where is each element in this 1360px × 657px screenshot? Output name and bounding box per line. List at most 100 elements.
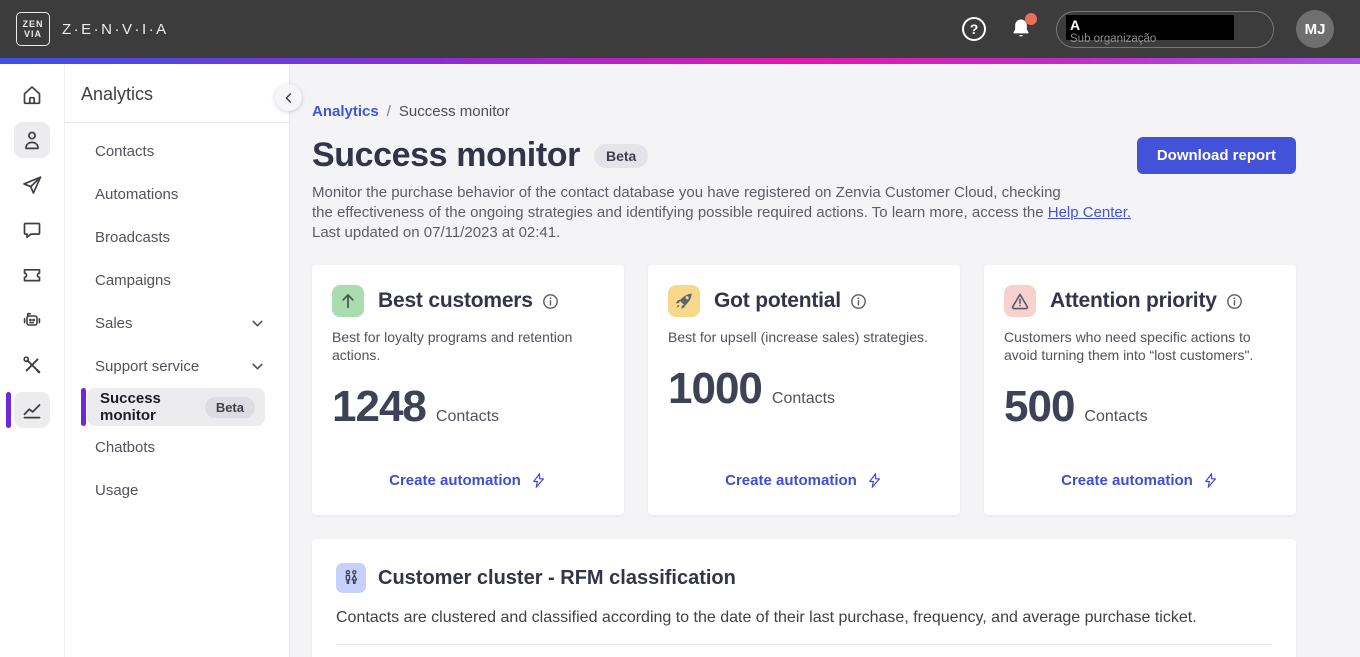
rfm-divider xyxy=(336,644,1272,645)
info-icon[interactable] xyxy=(850,293,867,310)
rail-send-icon[interactable] xyxy=(14,167,50,203)
last-updated-text: Last updated on 07/11/2023 at 02:41. xyxy=(312,224,561,241)
rfm-header: Customer cluster - RFM classification xyxy=(336,563,1272,593)
rfm-classification-card: Customer cluster - RFM classification Co… xyxy=(312,539,1296,657)
sidebar-item-campaigns[interactable]: Campaigns xyxy=(65,259,289,302)
rocket-icon xyxy=(668,285,700,317)
sidebar-item-automations[interactable]: Automations xyxy=(65,173,289,216)
contacts-unit: Contacts xyxy=(435,408,500,425)
contacts-count: 500 xyxy=(1004,382,1075,431)
lightning-icon xyxy=(532,473,544,488)
notification-dot xyxy=(1025,13,1037,25)
rail-chat-icon[interactable] xyxy=(14,212,50,248)
create-automation-label: Create automation xyxy=(389,472,521,489)
create-automation-link[interactable]: Create automation xyxy=(1004,472,1276,489)
organization-name-fragment: A xyxy=(1070,16,1081,33)
sidebar-menu: Contacts Automations Broadcasts Campaign… xyxy=(65,123,289,512)
description-line-2: the effectiveness of the ongoing strateg… xyxy=(312,204,1044,221)
breadcrumb: Analytics / Success monitor xyxy=(312,103,1296,120)
create-automation-link[interactable]: Create automation xyxy=(668,472,940,489)
zenvia-logo-icon[interactable]: ZEN VIA xyxy=(16,12,50,46)
attention-priority-card: Attention priority Customers who need sp… xyxy=(984,265,1296,515)
topbar-actions: ? A Sub organização MJ xyxy=(962,10,1334,48)
main-content: Analytics / Success monitor Success moni… xyxy=(290,64,1360,657)
chevron-down-icon xyxy=(248,314,267,333)
active-item-indicator xyxy=(81,388,86,426)
rail-analytics-icon[interactable] xyxy=(6,392,50,428)
active-section-indicator xyxy=(6,392,11,428)
sidebar-item-support-service[interactable]: Support service xyxy=(65,345,289,388)
page-description: Monitor the purchase behavior of the con… xyxy=(312,183,1296,243)
user-avatar[interactable]: MJ xyxy=(1296,10,1334,48)
page-header: Success monitor Beta Download report xyxy=(312,136,1296,175)
create-automation-label: Create automation xyxy=(1061,472,1193,489)
sidebar-item-success-monitor[interactable]: Success monitor Beta xyxy=(81,388,265,426)
chevron-down-icon xyxy=(248,357,267,376)
logo-text-bottom: VIA xyxy=(23,29,42,39)
organization-selector[interactable]: A Sub organização xyxy=(1056,10,1274,48)
sidebar-item-usage[interactable]: Usage xyxy=(65,469,289,512)
download-report-button[interactable]: Download report xyxy=(1136,137,1296,174)
help-center-link[interactable]: Help Center. xyxy=(1048,204,1131,221)
contacts-unit: Contacts xyxy=(1084,408,1148,425)
card-title: Best customers xyxy=(378,289,533,312)
card-description: Best for loyalty programs and retention … xyxy=(332,329,573,363)
rfm-description: Contacts are clustered and classified ac… xyxy=(336,609,1197,626)
lightning-icon xyxy=(1204,473,1216,488)
info-icon[interactable] xyxy=(1226,293,1243,310)
sidebar-collapse-button[interactable] xyxy=(275,84,302,111)
card-header: Got potential xyxy=(668,285,940,317)
card-metric: 500 Contacts xyxy=(1004,382,1276,432)
warning-icon xyxy=(1004,285,1036,317)
rail-contacts-icon[interactable] xyxy=(14,122,50,158)
help-glyph: ? xyxy=(969,21,979,37)
breadcrumb-separator: / xyxy=(386,103,391,120)
people-icon xyxy=(336,563,366,593)
breadcrumb-analytics-link[interactable]: Analytics xyxy=(312,103,379,120)
sidebar-title: Analytics xyxy=(81,84,154,104)
sidebar-item-label: Contacts xyxy=(95,143,155,160)
arrow-up-icon xyxy=(332,285,364,317)
beta-badge: Beta xyxy=(204,396,255,418)
rail-tools-icon[interactable] xyxy=(14,347,50,383)
description-line-1: Monitor the purchase behavior of the con… xyxy=(312,184,1061,201)
sidebar: Analytics Contacts Automations Broadcast… xyxy=(65,64,302,657)
beta-badge: Beta xyxy=(593,143,649,168)
segment-cards-row: Best customers Best for loyalty programs… xyxy=(312,265,1296,515)
create-automation-link[interactable]: Create automation xyxy=(332,472,604,489)
help-icon[interactable]: ? xyxy=(962,17,986,41)
breadcrumb-current: Success monitor xyxy=(398,103,510,120)
sidebar-item-sales[interactable]: Sales xyxy=(65,302,289,345)
sidebar-item-label: Chatbots xyxy=(95,439,156,456)
contacts-count: 1000 xyxy=(668,364,763,413)
notifications-bell-icon[interactable] xyxy=(1008,13,1037,42)
rail-ticket-icon[interactable] xyxy=(14,257,50,293)
logo-text-top: ZEN xyxy=(22,19,44,29)
brand-wordmark: Z·E·N·V·I·A xyxy=(62,20,169,38)
card-metric: 1248 Contacts xyxy=(332,382,604,432)
card-title: Attention priority xyxy=(1050,289,1217,312)
sub-organization-label: Sub organização xyxy=(1070,32,1157,45)
card-metric: 1000 Contacts xyxy=(668,364,940,414)
contacts-unit: Contacts xyxy=(771,390,836,407)
page-title: Success monitor xyxy=(312,136,580,174)
sidebar-item-contacts[interactable]: Contacts xyxy=(65,130,289,173)
rfm-title: Customer cluster - RFM classification xyxy=(378,566,736,589)
icon-rail xyxy=(0,64,65,657)
sidebar-item-label: Broadcasts xyxy=(95,229,171,246)
sidebar-item-label: Automations xyxy=(95,186,179,203)
lightning-icon xyxy=(868,473,880,488)
sidebar-item-label: Campaigns xyxy=(95,272,171,289)
create-automation-label: Create automation xyxy=(725,472,857,489)
sidebar-item-chatbots[interactable]: Chatbots xyxy=(65,426,289,469)
info-icon[interactable] xyxy=(542,293,559,310)
rail-home-icon[interactable] xyxy=(14,77,50,113)
card-header: Attention priority xyxy=(1004,285,1276,317)
rail-robot-icon[interactable] xyxy=(14,302,50,338)
avatar-initials: MJ xyxy=(1304,20,1326,38)
chevron-left-icon xyxy=(285,92,291,103)
card-description: Best for upsell (increase sales) strateg… xyxy=(668,329,928,345)
sidebar-item-label: Usage xyxy=(95,482,139,499)
got-potential-card: Got potential Best for upsell (increase … xyxy=(648,265,960,515)
sidebar-item-broadcasts[interactable]: Broadcasts xyxy=(65,216,289,259)
